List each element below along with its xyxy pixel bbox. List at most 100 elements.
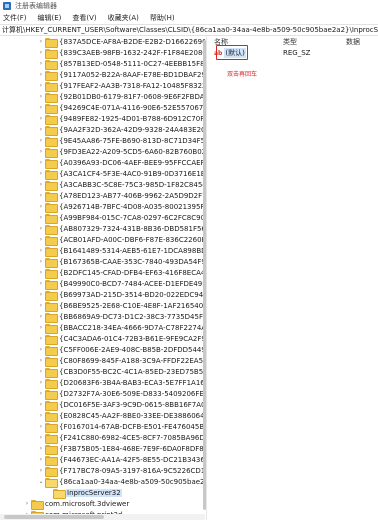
column-header-type[interactable]: 类型: [283, 37, 297, 47]
folder-icon: [45, 59, 58, 70]
chevron-right-icon[interactable]: ›: [37, 113, 45, 124]
tree-item[interactable]: › {E0828C45-AA2F-8BE0-33EE-DE3886064A53}: [37, 410, 205, 422]
folder-icon: [45, 103, 58, 114]
chevron-right-icon[interactable]: ›: [37, 80, 45, 91]
tree-item[interactable]: › {CB3D0F55-BC2C-4C1A-85ED-23ED75B5106B}: [37, 366, 205, 378]
tree-item[interactable]: › {917FEAF2-AA3B-7318-FA12-10485F8322A2}: [37, 80, 205, 92]
tree-item[interactable]: › {9AA2F32D-362A-42D9-9328-24A483E2CCC3}: [37, 124, 205, 136]
tree-item[interactable]: › {D20683F6-3B4A-BAB3-ECA3-5E7FF1A1638B}: [37, 377, 205, 389]
tree-item[interactable]: › {B167365B-CAAE-353C-7840-493DA54F996C}: [37, 256, 205, 268]
tree-item[interactable]: › {B1641489-5314-AEB5-61E7-1DCA898BDAF8}: [37, 245, 205, 257]
chevron-right-icon[interactable]: ›: [37, 47, 45, 58]
chevron-right-icon[interactable]: ›: [37, 168, 45, 179]
chevron-right-icon[interactable]: ›: [37, 432, 45, 443]
tree-item[interactable]: › {C5FF006E-2AE9-408C-B85B-2DFDD5449D9C}: [37, 344, 205, 356]
chevron-right-icon[interactable]: ›: [37, 146, 45, 157]
tree-item[interactable]: › {F44673EC-AA1A-42F5-8E55-DC21B3436E4C}: [37, 454, 205, 466]
chevron-right-icon[interactable]: ›: [37, 212, 45, 223]
chevron-right-icon[interactable]: ›: [37, 388, 45, 399]
tree-item-label: {9FD3EA22-A209-5CD5-6A60-82B760B02B20}: [59, 147, 205, 156]
chevron-right-icon[interactable]: ›: [37, 267, 45, 278]
chevron-right-icon[interactable]: ›: [37, 322, 45, 333]
tree-item[interactable]: › {94269C4E-071A-4116-90E6-52E557067E4E}: [37, 102, 205, 114]
chevron-right-icon[interactable]: ›: [37, 179, 45, 190]
tree-item[interactable]: › {DC016F5E-3AF3-9C9D-0615-8BB16F7A027}: [37, 399, 205, 411]
tree-item[interactable]: › {A78ED123-AB77-406B-9962-2A5D9D2F7F30}: [37, 190, 205, 202]
column-header-data[interactable]: 数据: [346, 37, 360, 47]
tree-item[interactable]: › {A3CA1CF4-5F3E-4AC0-91B9-0D3716E1EAC3}: [37, 168, 205, 180]
chevron-right-icon[interactable]: ›: [37, 399, 45, 410]
tree-item[interactable]: › {F3B75B05-1E84-468E-7E9F-6DA0F8DF8B635}: [37, 443, 205, 455]
chevron-right-icon[interactable]: ›: [37, 289, 45, 300]
chevron-right-icon[interactable]: ›: [37, 278, 45, 289]
tree-item[interactable]: › {A926714B-7BFC-4D08-A035-80021395FFA8}: [37, 201, 205, 213]
chevron-right-icon[interactable]: ›: [37, 135, 45, 146]
tree-item[interactable]: › {BBACC218-34EA-4666-9D7A-C78F2274A524}: [37, 322, 205, 334]
chevron-right-icon[interactable]: ›: [37, 201, 45, 212]
tree-item[interactable]: › {B2DFC145-CFAD-DFB4-EF63-416F8ECA4866}: [37, 267, 205, 279]
chevron-right-icon[interactable]: ›: [37, 465, 45, 476]
chevron-right-icon[interactable]: ›: [37, 124, 45, 135]
menu-favorites[interactable]: 收藏夹(A): [108, 13, 139, 23]
chevron-right-icon[interactable]: ›: [37, 333, 45, 344]
tree-horizontal-scrollbar[interactable]: [0, 514, 205, 520]
tree-item[interactable]: › {9FD3EA22-A209-5CD5-6A60-82B760B02B20}: [37, 146, 205, 158]
chevron-right-icon[interactable]: [45, 487, 53, 498]
chevron-right-icon[interactable]: ›: [37, 355, 45, 366]
tree-item[interactable]: › {B69973AD-215D-3514-BD20-022EDC94CE0B}: [37, 289, 205, 301]
tree-item[interactable]: › {9117A052-B22A-8AAF-E78E-BD1DBAF29D6F}: [37, 69, 205, 81]
menu-edit[interactable]: 编辑(E): [38, 13, 62, 23]
chevron-right-icon[interactable]: ›: [37, 454, 45, 465]
chevron-right-icon[interactable]: ›: [37, 311, 45, 322]
tree-item[interactable]: › {837A5DCE-AF8A-B2DE-E2B2-D16622696D8A}: [37, 36, 205, 48]
chevron-right-icon[interactable]: ›: [37, 36, 45, 47]
chevron-right-icon[interactable]: ›: [37, 223, 45, 234]
chevron-right-icon[interactable]: ›: [37, 91, 45, 102]
chevron-right-icon[interactable]: ›: [37, 234, 45, 245]
chevron-right-icon[interactable]: ›: [37, 300, 45, 311]
tree-item[interactable]: › {857B13ED-0548-5111-0C27-4EEBB15F8150}: [37, 58, 205, 70]
tree-item[interactable]: › {F0167014-67AB-DCFB-E501-FE476045B768}: [37, 421, 205, 433]
tree-item[interactable]: › {A99BF984-015C-7CA8-0297-6C2FC8C902F7}: [37, 212, 205, 224]
chevron-right-icon[interactable]: ›: [37, 377, 45, 388]
tree-item-selected[interactable]: InprocServer32: [45, 487, 122, 499]
tree-item[interactable]: › {9E45AA86-75FE-B690-813D-8C71D34F5284}: [37, 135, 205, 147]
chevron-right-icon[interactable]: ›: [37, 410, 45, 421]
tree-item[interactable]: › {92B01DB0-6179-81F7-0608-9E6F2FBDA3E5}: [37, 91, 205, 103]
chevron-down-icon[interactable]: ⌄: [37, 476, 45, 487]
tree-item[interactable]: › {D2732F7A-30E6-509E-D833-5409206FED8B}: [37, 388, 205, 400]
tree-item[interactable]: › {F717BC78-09A5-3197-816A-9C5226CD1E2E}: [37, 465, 205, 477]
tree-item[interactable]: › com.microsoft.3dviewer: [23, 498, 130, 510]
tree-item[interactable]: › {A0396A93-DC06-4AEF-BEE9-95FFCCAEF20E}: [37, 157, 205, 169]
tree-hscrollbar-thumb[interactable]: [4, 515, 104, 519]
tree-item[interactable]: › {F241C880-6982-4CE5-8CF7-7085BA96DA5A}: [37, 432, 205, 444]
chevron-right-icon[interactable]: ›: [37, 157, 45, 168]
menu-help[interactable]: 帮助(H): [150, 13, 175, 23]
tree-item[interactable]: › {9489FE82-1925-4D01-B788-6D912C70F7F2}: [37, 113, 205, 125]
chevron-right-icon[interactable]: ›: [37, 190, 45, 201]
chevron-right-icon[interactable]: ›: [23, 498, 31, 509]
tree-item[interactable]: › {AB807329-7324-431B-8B36-DBD581F56E0B}: [37, 223, 205, 235]
chevron-right-icon[interactable]: ›: [37, 443, 45, 454]
menu-view[interactable]: 查看(V): [72, 13, 96, 23]
chevron-right-icon[interactable]: ›: [37, 69, 45, 80]
chevron-right-icon[interactable]: ›: [37, 245, 45, 256]
chevron-right-icon[interactable]: ›: [37, 256, 45, 267]
tree-item[interactable]: › {BB6869A9-DC73-D1C2-38C3-7735D45F2FD5}: [37, 311, 205, 323]
chevron-right-icon[interactable]: ›: [37, 366, 45, 377]
chevron-right-icon[interactable]: ›: [37, 344, 45, 355]
tree-item[interactable]: › {839C3AEB-98FB-1632-242F-F1F84E208CC7}: [37, 47, 205, 59]
tree-item[interactable]: › {C80F8699-845F-A188-3C9A-FFDF22EA5278}: [37, 355, 205, 367]
tree-item[interactable]: › {ACB01AFD-A00C-DBF6-F87E-836C2260B494}: [37, 234, 205, 246]
chevron-right-icon[interactable]: ›: [37, 58, 45, 69]
tree-item[interactable]: › {A3CABB3C-5C8E-75C3-985D-1F82C8454D93}: [37, 179, 205, 191]
address-bar[interactable]: 计算机\HKEY_CURRENT_USER\Software\Classes\C…: [0, 24, 378, 36]
pane-splitter[interactable]: [206, 36, 207, 520]
tree-item[interactable]: › {B49990C0-BCD7-7484-ACEE-D1EFDE49E727}: [37, 278, 205, 290]
chevron-right-icon[interactable]: ›: [37, 102, 45, 113]
menu-file[interactable]: 文件(F): [3, 13, 27, 23]
chevron-right-icon[interactable]: ›: [37, 421, 45, 432]
tree-item[interactable]: › {B6BE9525-2E68-C10E-4E8F-1AF216540604}: [37, 300, 205, 312]
tree-item[interactable]: › {C4C3ADA6-01C4-72B3-B61E-9FE9CA2F9660}: [37, 333, 205, 345]
tree-item[interactable]: ⌄ {86ca1aa0-34aa-4e8b-a509-50c905bae2a2}: [37, 476, 205, 488]
